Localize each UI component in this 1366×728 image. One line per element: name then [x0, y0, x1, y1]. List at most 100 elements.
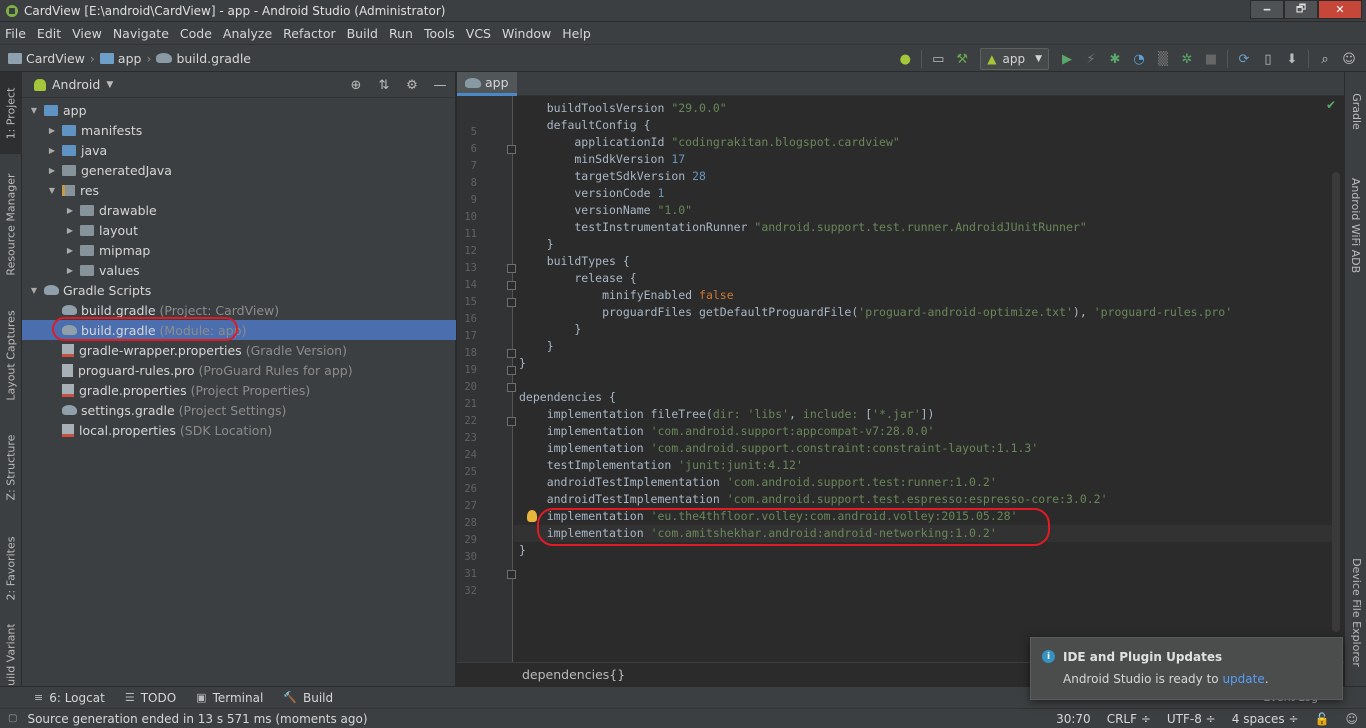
tab-resource-manager[interactable]: Resource Manager: [0, 164, 22, 284]
project-view-select[interactable]: Android: [52, 77, 100, 92]
chevron-down-icon[interactable]: ▼: [28, 106, 40, 115]
tab-app-build-gradle[interactable]: app: [457, 72, 517, 96]
chevron-down-icon[interactable]: ▼: [46, 186, 58, 195]
collapse-all-icon[interactable]: ⇅: [375, 76, 393, 94]
tab-terminal[interactable]: ▣ Terminal: [196, 691, 263, 705]
search-icon[interactable]: ⌕: [1314, 48, 1336, 70]
debug-icon[interactable]: ✱: [1104, 48, 1126, 70]
chevron-right-icon[interactable]: ▶: [46, 126, 58, 135]
menu-file[interactable]: File: [0, 26, 32, 41]
breadcrumb-module[interactable]: app: [118, 51, 142, 66]
menu-edit[interactable]: Edit: [32, 26, 67, 41]
chevron-right-icon[interactable]: ▶: [46, 146, 58, 155]
menu-window[interactable]: Window: [497, 26, 557, 41]
fold-marker-icon[interactable]: [507, 264, 516, 273]
breadcrumb-file[interactable]: build.gradle: [176, 51, 251, 66]
menu-run[interactable]: Run: [384, 26, 419, 41]
menu-vcs[interactable]: VCS: [461, 26, 497, 41]
fold-marker-icon[interactable]: [507, 383, 516, 392]
chevron-down-icon[interactable]: ▼: [106, 80, 113, 90]
menu-navigate[interactable]: Navigate: [108, 26, 175, 41]
tree-item[interactable]: proguard-rules.pro (ProGuard Rules for ap…: [22, 360, 456, 380]
apply-changes-icon[interactable]: ⚡: [1080, 48, 1102, 70]
editor-scrollbar[interactable]: [1332, 172, 1340, 632]
inspector-icon[interactable]: ☺: [1345, 712, 1358, 726]
fold-marker-icon[interactable]: [507, 145, 516, 154]
lock-icon[interactable]: 🔓: [1315, 712, 1330, 726]
android-sync-icon[interactable]: ●: [894, 48, 916, 70]
tab-gradle[interactable]: Gradle: [1345, 76, 1366, 146]
update-notification[interactable]: i IDE and Plugin Updates Android Studio …: [1030, 637, 1343, 700]
user-icon[interactable]: ☺: [1338, 48, 1360, 70]
run-icon[interactable]: ▶: [1056, 48, 1078, 70]
status-toggle-icon[interactable]: ▢: [8, 713, 17, 724]
tab-device-file-explorer[interactable]: Device File Explorer: [1345, 552, 1366, 672]
caret-position[interactable]: 30:70: [1056, 712, 1091, 726]
sync-gradle-icon[interactable]: ⟳: [1233, 48, 1255, 70]
fold-marker-icon[interactable]: [507, 366, 516, 375]
chevron-right-icon[interactable]: ▶: [64, 206, 76, 215]
chevron-right-icon[interactable]: ▶: [46, 166, 58, 175]
fold-marker-icon[interactable]: [507, 298, 516, 307]
status-message[interactable]: Source generation ended in 13 s 571 ms (…: [27, 712, 367, 726]
tab-build-variants[interactable]: Build Variants: [0, 624, 22, 686]
indent-setting[interactable]: 4 spaces ÷: [1232, 712, 1299, 726]
tree-item[interactable]: ▶ layout: [22, 220, 456, 240]
tab-todo[interactable]: ☰ TODO: [125, 691, 176, 705]
tree-item[interactable]: ▶ java: [22, 140, 456, 160]
tree-item[interactable]: ▶ mipmap: [22, 240, 456, 260]
tree-item[interactable]: ▼ app: [22, 100, 456, 120]
menu-help[interactable]: Help: [557, 26, 597, 41]
tree-item[interactable]: ▼ Gradle Scripts: [22, 280, 456, 300]
fold-marker-icon[interactable]: [507, 281, 516, 290]
line-separator[interactable]: CRLF ÷: [1107, 712, 1151, 726]
gear-icon[interactable]: ⚙: [403, 76, 421, 94]
tab-build[interactable]: 🔨 Build: [283, 691, 333, 705]
tree-item[interactable]: ▶ manifests: [22, 120, 456, 140]
fold-marker-icon[interactable]: [507, 570, 516, 579]
chevron-right-icon[interactable]: ▶: [64, 266, 76, 275]
avd-manager-icon[interactable]: ▯: [1257, 48, 1279, 70]
tree-item[interactable]: ▶ drawable: [22, 200, 456, 220]
breadcrumb-project[interactable]: CardView: [26, 51, 85, 66]
tab-project[interactable]: 1: Project: [0, 72, 22, 154]
tree-item[interactable]: ▼ res: [22, 180, 456, 200]
fold-marker-icon[interactable]: [507, 349, 516, 358]
tab-favorites[interactable]: 2: Favorites: [0, 528, 22, 608]
menu-refactor[interactable]: Refactor: [278, 26, 341, 41]
tree-item[interactable]: ▶ values: [22, 260, 456, 280]
menu-build[interactable]: Build: [342, 26, 384, 41]
stop-icon[interactable]: ■: [1200, 48, 1222, 70]
tab-android-wifi-adb[interactable]: Android WiFi ADB: [1345, 160, 1366, 290]
tree-item[interactable]: gradle.properties (Project Properties): [22, 380, 456, 400]
close-button[interactable]: ✕: [1318, 0, 1362, 19]
fold-marker-icon[interactable]: [507, 417, 516, 426]
tab-logcat[interactable]: ≡ 6: Logcat: [34, 691, 105, 705]
make-project-icon[interactable]: ⚒: [951, 48, 973, 70]
attach-debugger-icon[interactable]: ✲: [1176, 48, 1198, 70]
tree-item[interactable]: settings.gradle (Project Settings): [22, 400, 456, 420]
tree-item[interactable]: local.properties (SDK Location): [22, 420, 456, 440]
update-link[interactable]: update: [1222, 672, 1264, 686]
menu-code[interactable]: Code: [175, 26, 218, 41]
tree-item[interactable]: gradle-wrapper.properties (Gradle Version…: [22, 340, 456, 360]
locate-file-icon[interactable]: ⊕: [347, 76, 365, 94]
sdk-manager-icon[interactable]: ⬇: [1281, 48, 1303, 70]
run-config-select[interactable]: ▲ app ▼: [980, 48, 1049, 70]
chevron-down-icon[interactable]: ▼: [28, 286, 40, 295]
coverage-icon[interactable]: ▒: [1152, 48, 1174, 70]
profile-icon[interactable]: ◔: [1128, 48, 1150, 70]
tree-item[interactable]: ▶ generatedJava: [22, 160, 456, 180]
menu-tools[interactable]: Tools: [419, 26, 461, 41]
file-encoding[interactable]: UTF-8 ÷: [1167, 712, 1216, 726]
hide-panel-icon[interactable]: —: [431, 76, 449, 94]
chevron-right-icon[interactable]: ▶: [64, 246, 76, 255]
minimize-button[interactable]: 🗕: [1250, 0, 1284, 19]
maximize-button[interactable]: 🗗: [1284, 0, 1318, 19]
menu-analyze[interactable]: Analyze: [218, 26, 278, 41]
lightbulb-icon[interactable]: [527, 510, 537, 522]
tab-layout-captures[interactable]: Layout Captures: [0, 300, 22, 410]
tab-structure[interactable]: Z: Structure: [0, 427, 22, 507]
chevron-right-icon[interactable]: ▶: [64, 226, 76, 235]
layout-inspector-icon[interactable]: ▭: [927, 48, 949, 70]
